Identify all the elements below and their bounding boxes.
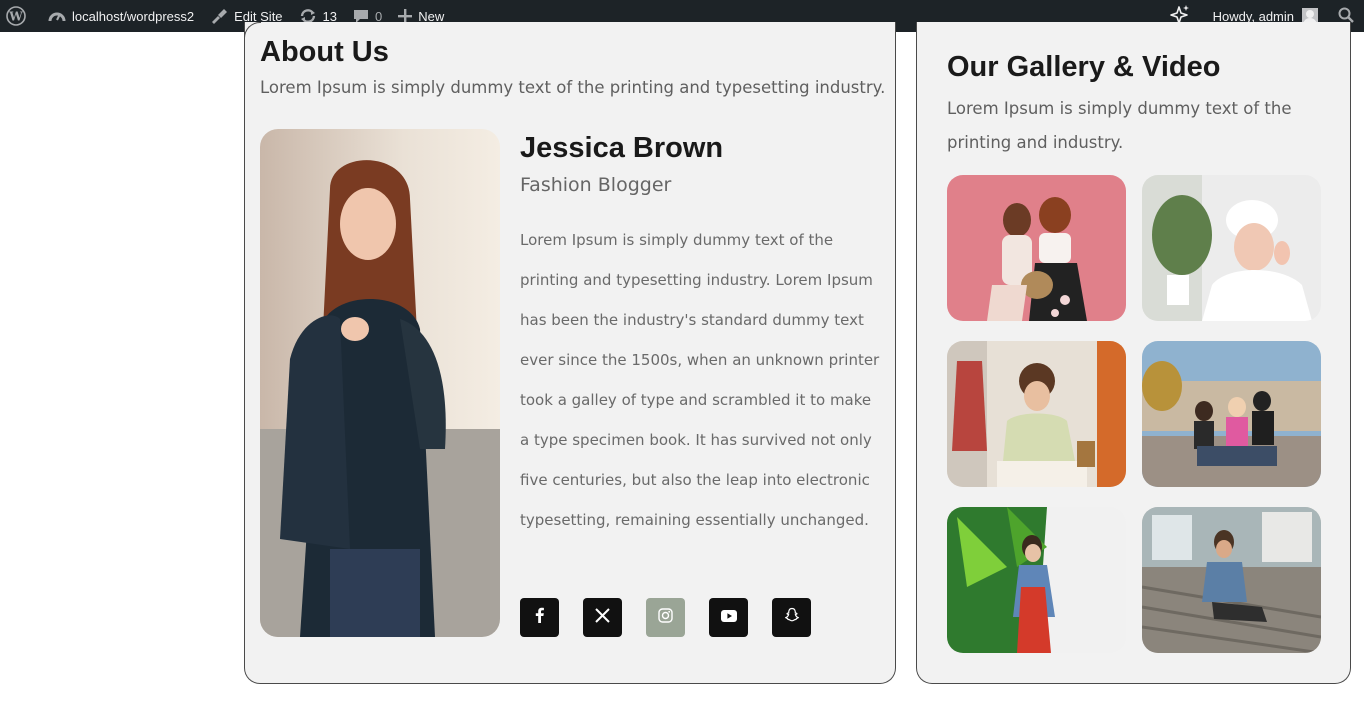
facebook-link[interactable] (520, 598, 559, 637)
wordpress-logo-button[interactable]: W (0, 0, 40, 32)
gallery-image-1[interactable] (947, 175, 1126, 321)
wordpress-icon: W (6, 6, 26, 26)
about-title: About Us (260, 36, 389, 68)
gallery-title: Our Gallery & Video (947, 51, 1221, 83)
gallery-image-3[interactable] (947, 341, 1126, 487)
instagram-link[interactable] (646, 598, 685, 637)
profile-role: Fashion Blogger (520, 174, 672, 196)
site-name-label: localhost/wordpress2 (72, 8, 195, 24)
brush-icon (210, 8, 228, 24)
x-twitter-link[interactable] (583, 598, 622, 637)
facebook-icon (533, 607, 547, 628)
gallery-image-2[interactable] (1142, 175, 1321, 321)
youtube-icon (720, 609, 737, 627)
youtube-link[interactable] (709, 598, 748, 637)
snapchat-link[interactable] (772, 598, 811, 637)
gallery-subtitle: Lorem Ipsum is simply dummy text of the … (947, 99, 1292, 152)
profile-name: Jessica Brown (520, 132, 724, 164)
plus-icon (398, 9, 413, 23)
gallery-image-4[interactable] (1142, 341, 1321, 487)
dashboard-gauge-icon (48, 8, 66, 24)
profile-photo (260, 129, 500, 637)
about-card: About Us Lorem Ipsum is simply dummy tex… (244, 22, 896, 684)
x-twitter-icon (595, 607, 610, 628)
gallery-image-6[interactable] (1142, 507, 1321, 653)
snapchat-icon (784, 607, 800, 628)
gallery-card: Our Gallery & Video Lorem Ipsum is simpl… (916, 22, 1351, 684)
gallery-image-5[interactable] (947, 507, 1126, 653)
site-name-link[interactable]: localhost/wordpress2 (40, 0, 202, 32)
profile-bio: Lorem Ipsum is simply dummy text of the … (520, 231, 880, 529)
svg-text:W: W (8, 10, 23, 24)
social-links (520, 598, 811, 637)
instagram-icon (658, 607, 673, 628)
about-subtitle: Lorem Ipsum is simply dummy text of the … (260, 78, 886, 97)
